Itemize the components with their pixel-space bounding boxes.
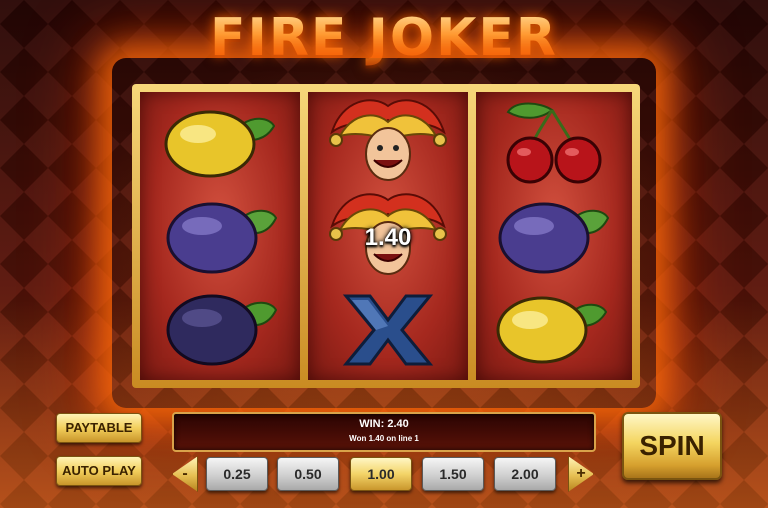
bet-option-button-selected[interactable]: 1.00: [350, 457, 412, 491]
plum-icon: [162, 196, 278, 276]
plum-icon: [494, 196, 610, 276]
autoplay-button[interactable]: AUTO PLAY: [56, 456, 142, 486]
lemon-icon: [162, 106, 278, 182]
win-line-detail-text: Won 1.40 on line 1: [349, 434, 419, 443]
bet-option-button[interactable]: 2.00: [494, 457, 556, 491]
line-win-amount: 1.40: [364, 224, 412, 251]
blue-x-icon: [340, 292, 436, 368]
bet-option-button[interactable]: 0.50: [277, 457, 339, 491]
spin-button[interactable]: SPIN: [622, 412, 722, 480]
lemon-icon: [494, 292, 610, 368]
joker-icon: [322, 92, 454, 184]
cherry-icon: [500, 98, 608, 184]
plum-icon: [162, 288, 278, 368]
win-display: WIN: 2.40 Won 1.40 on line 1: [172, 412, 596, 452]
win-total-text: WIN: 2.40: [359, 418, 409, 430]
bet-option-button[interactable]: 0.25: [206, 457, 268, 491]
paytable-button[interactable]: PAYTABLE: [56, 413, 142, 443]
game-screen: FIRE JOKER 1.40 PAYTABLE AUTO PLAY WIN: …: [0, 0, 768, 508]
bet-option-button[interactable]: 1.50: [422, 457, 484, 491]
